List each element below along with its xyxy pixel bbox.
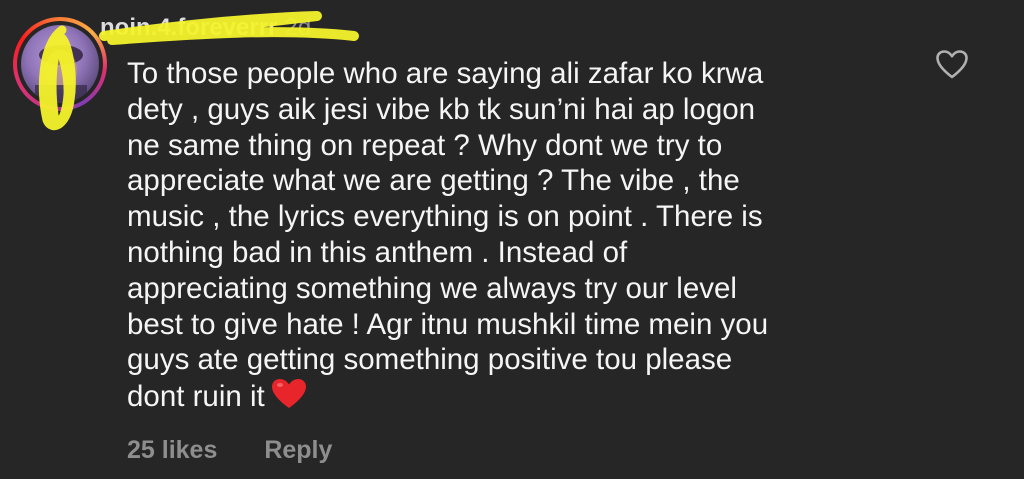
comment-footer: 25 likes Reply [127, 436, 332, 472]
comment-body: To those people who are saying ali zafar… [127, 56, 907, 415]
likes-count[interactable]: 25 likes [127, 436, 217, 465]
avatar-photo [35, 45, 87, 103]
username[interactable]: noin.4.foreverrr [100, 14, 277, 41]
timestamp: 2d [284, 14, 312, 41]
avatar-story-ring[interactable] [13, 17, 107, 111]
comment-header: noin.4.foreverrr 2d [100, 14, 311, 50]
red-heart-emoji-icon [271, 379, 306, 409]
avatar [21, 25, 99, 103]
heart-outline-icon[interactable] [935, 49, 969, 81]
comment-text: To those people who are saying ali zafar… [127, 57, 769, 414]
reply-button[interactable]: Reply [264, 436, 332, 465]
comment-item: noin.4.foreverrr 2d To those people who … [0, 0, 1024, 479]
